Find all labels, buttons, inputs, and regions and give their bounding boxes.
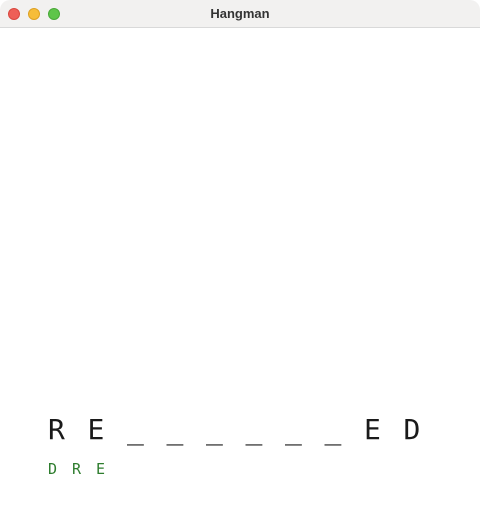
word-slot: _ bbox=[285, 413, 302, 446]
word-slot: _ bbox=[166, 413, 184, 446]
title-bar[interactable]: Hangman bbox=[0, 0, 480, 28]
guessed-letter: E bbox=[96, 460, 106, 478]
guessed-letters: D R E bbox=[48, 460, 120, 478]
app-window: Hangman R E _ _ _ _ _ _ E D D R E bbox=[0, 0, 480, 508]
word-slot: _ bbox=[324, 413, 342, 446]
word-slot: D bbox=[403, 413, 421, 446]
word-slot: E bbox=[364, 413, 381, 446]
guessed-letter: R bbox=[72, 460, 82, 478]
word-slot: E bbox=[87, 413, 105, 446]
word-slot: _ bbox=[127, 413, 144, 446]
word-slot: _ bbox=[245, 413, 263, 446]
word-slot: _ bbox=[206, 413, 223, 446]
window-title: Hangman bbox=[210, 6, 270, 21]
word-slot: R bbox=[48, 413, 65, 446]
word-display: R E _ _ _ _ _ _ E D bbox=[48, 412, 443, 452]
guessed-letter: D bbox=[48, 460, 58, 478]
